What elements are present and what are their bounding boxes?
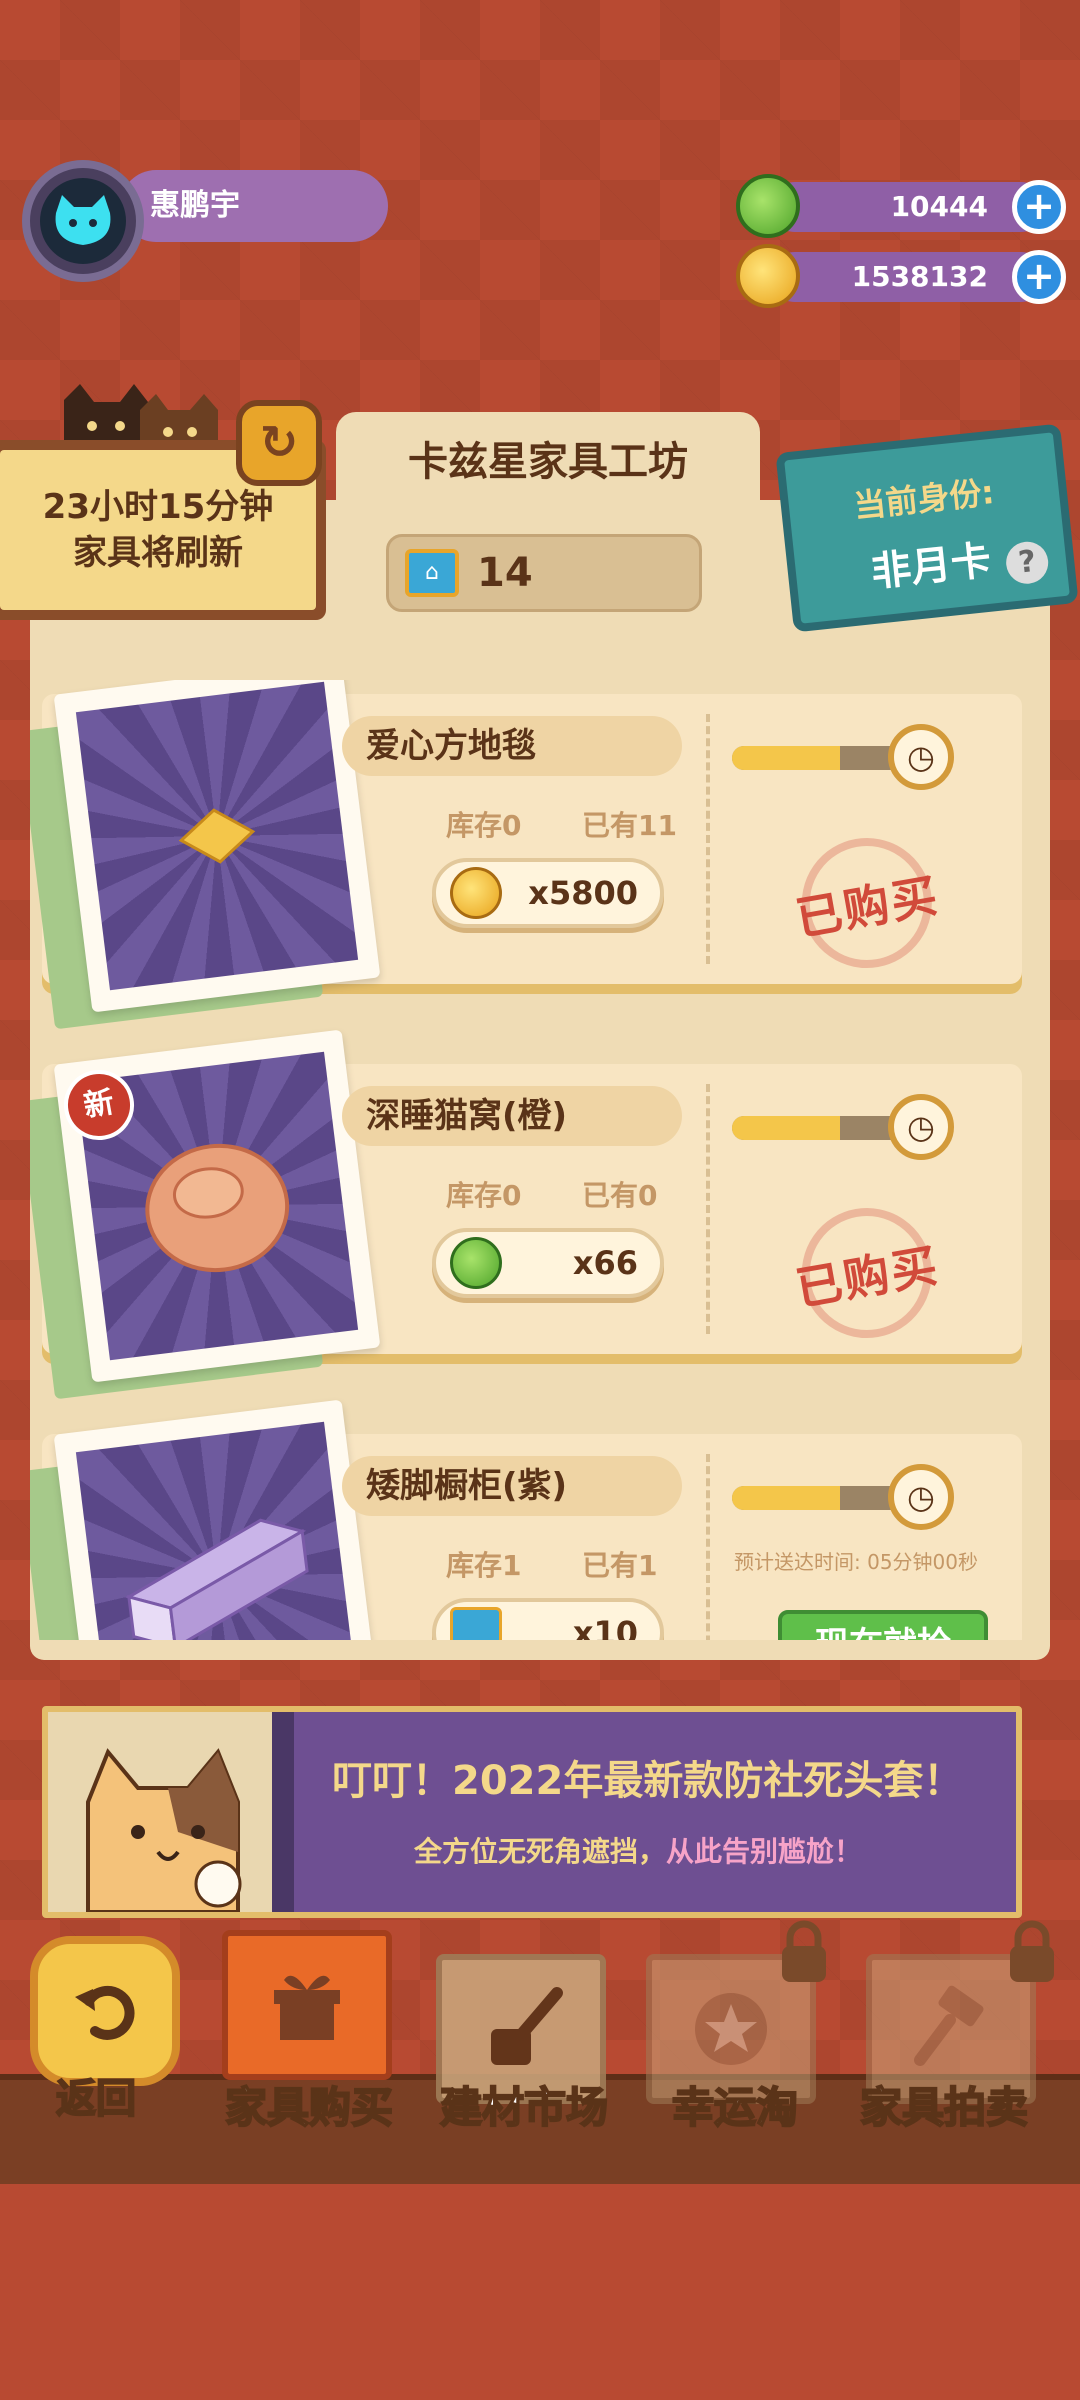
banner-title: 叮叮！2022年最新款防社死头套！ bbox=[332, 1758, 964, 1804]
clock-icon: ◷ bbox=[888, 1464, 954, 1530]
tab-furniture-auction-label[interactable]: 家具拍卖 bbox=[846, 2074, 1042, 2135]
price-button[interactable]: x5800 bbox=[432, 858, 664, 928]
promo-banner[interactable]: 叮叮！2022年最新款防社死头套！ 全方位无死角遮挡，从此告别尴尬！ bbox=[42, 1706, 1022, 1918]
bottom-background bbox=[0, 2184, 1080, 2400]
item-owned: 已有1 bbox=[582, 1549, 658, 1582]
cat-avatar-icon bbox=[40, 178, 126, 264]
delivery-progress-bar bbox=[732, 1116, 912, 1140]
price-value: x5800 bbox=[528, 874, 638, 912]
banner-subtitle: 全方位无死角遮挡，从此告别尴尬！ bbox=[414, 1835, 863, 1868]
clock-icon: ◷ bbox=[888, 1094, 954, 1160]
tab-furniture-buy-label[interactable]: 家具购买 bbox=[214, 2074, 404, 2135]
ticket-counter: ⌂ 14 bbox=[386, 534, 702, 612]
furniture-list[interactable]: 爱心方地毯 库存0 已有11 x5800 ◷ 已购买 新 深睡猫窝(橙) 库存0… bbox=[30, 680, 1050, 1640]
refresh-timer-subtext: 家具将刷新 bbox=[73, 533, 243, 573]
buy-now-button[interactable]: 现在就抢 bbox=[778, 1610, 988, 1640]
currency-gold-value: 1538132 bbox=[770, 252, 1046, 302]
banner-cat-image bbox=[48, 1712, 272, 1912]
item-stock: 库存0 bbox=[446, 1179, 522, 1212]
back-button-label[interactable]: 返回 bbox=[55, 2066, 137, 2124]
list-item: 新 深睡猫窝(橙) 库存0 已有0 x66 ◷ 已购买 bbox=[30, 1029, 1022, 1400]
status-label: 当前身份: bbox=[851, 472, 996, 526]
membership-status-sign[interactable]: 当前身份: 非月卡 ? bbox=[775, 423, 1079, 633]
cat-bed-icon bbox=[145, 1143, 290, 1273]
auction-hammer-icon bbox=[914, 1985, 984, 2066]
delivery-eta: 预计送达时间: 05分钟00秒 bbox=[734, 1550, 978, 1574]
list-item: 矮脚橱柜(紫) 库存1 已有1 x10 ◷ 预计送达时间: 05分钟00秒 现在… bbox=[30, 1399, 1022, 1640]
delivery-progress-bar bbox=[732, 1486, 912, 1510]
star-medal-icon bbox=[695, 1993, 767, 2065]
low-cabinet-icon bbox=[125, 1518, 309, 1640]
item-name: 爱心方地毯 bbox=[342, 716, 682, 776]
gold-coin-icon bbox=[736, 244, 800, 308]
price-value: x66 bbox=[572, 1244, 638, 1282]
add-green-currency-button[interactable]: + bbox=[1012, 180, 1066, 234]
price-button[interactable]: x66 bbox=[432, 1228, 664, 1298]
player-avatar[interactable] bbox=[22, 160, 144, 282]
currency-green: 10444 + bbox=[736, 174, 1066, 238]
delivery-progress-bar bbox=[732, 746, 912, 770]
item-owned: 已有11 bbox=[582, 809, 677, 842]
currency-green-value: 10444 bbox=[770, 182, 1046, 232]
refresh-icon[interactable]: ↻ bbox=[236, 400, 322, 486]
ticket-icon bbox=[450, 1607, 502, 1640]
furniture-gift-icon bbox=[274, 1975, 340, 2040]
lock-icon bbox=[1010, 1920, 1054, 1982]
item-name: 深睡猫窝(橙) bbox=[342, 1086, 682, 1146]
tab-building-market-label[interactable]: 建材市场 bbox=[426, 2074, 622, 2135]
calico-cat-icon bbox=[86, 1748, 242, 1912]
workshop-title: 卡兹星家具工坊 bbox=[336, 412, 760, 512]
item-stock: 库存0 bbox=[446, 809, 522, 842]
item-name: 矮脚橱柜(紫) bbox=[342, 1456, 682, 1516]
item-stock: 库存1 bbox=[446, 1549, 522, 1582]
price-button[interactable]: x10 bbox=[432, 1598, 664, 1640]
paint-brush-icon bbox=[491, 1987, 563, 2065]
green-gem-coin-icon bbox=[450, 1237, 502, 1289]
player-name: 惠鹏宇 bbox=[120, 170, 388, 242]
price-value: x10 bbox=[572, 1614, 638, 1640]
heart-rug-icon bbox=[178, 808, 256, 864]
tab-lucky-draw-label[interactable]: 幸运淘 bbox=[650, 2074, 820, 2135]
currency-gold: 1538132 + bbox=[736, 244, 1066, 308]
clock-icon: ◷ bbox=[888, 724, 954, 790]
ticket-count: 14 bbox=[477, 550, 533, 596]
item-image bbox=[53, 1399, 381, 1640]
green-gem-coin-icon bbox=[736, 174, 800, 238]
gold-coin-icon bbox=[450, 867, 502, 919]
refresh-timer-text: 23小时15分钟 bbox=[42, 487, 274, 527]
tab-furniture-buy[interactable] bbox=[222, 1930, 392, 2080]
back-arrow-icon bbox=[75, 1985, 135, 2040]
add-gold-currency-button[interactable]: + bbox=[1012, 250, 1066, 304]
lock-icon bbox=[782, 1920, 826, 1982]
item-owned: 已有0 bbox=[582, 1179, 658, 1212]
ticket-icon: ⌂ bbox=[405, 549, 459, 597]
list-item: 爱心方地毯 库存0 已有11 x5800 ◷ 已购买 bbox=[30, 680, 1022, 1030]
item-image bbox=[53, 680, 381, 1013]
back-button[interactable] bbox=[30, 1936, 180, 2086]
